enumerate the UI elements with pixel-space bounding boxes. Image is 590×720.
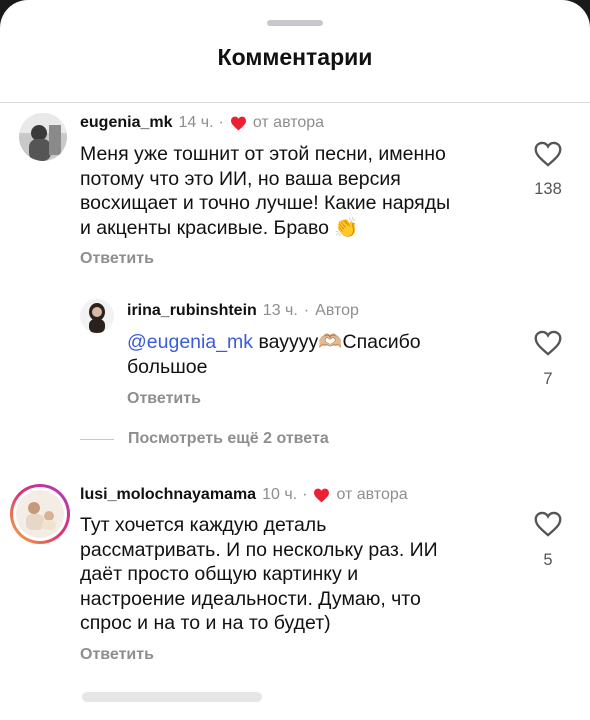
like-heart-icon[interactable] (534, 330, 562, 356)
separator: · (303, 302, 310, 319)
author-badge: от автора (336, 486, 408, 503)
timestamp: 14 ч. (178, 114, 214, 131)
avatar[interactable] (10, 484, 70, 544)
author-badge: от автора (252, 114, 325, 131)
comment-line: Тут хочется каждую деталь (80, 514, 327, 536)
comment-meta: lusi_molochnayamama 10 ч. · от автора (80, 486, 408, 504)
comment-line: спрос и на то и на то будет) (80, 612, 331, 634)
separator: · (302, 486, 308, 503)
view-more-replies-button[interactable]: Посмотреть ещё 2 ответа (128, 430, 329, 448)
reply-button[interactable]: Ответить (80, 250, 154, 268)
timestamp: 10 ч. (262, 486, 298, 503)
comment-meta: irina_rubinshtein 13 ч. · Автор (127, 302, 359, 320)
comment-line: большое (127, 355, 208, 378)
next-comment-peek (82, 692, 262, 702)
reply-button[interactable]: Ответить (80, 646, 154, 664)
username[interactable]: eugenia_mk (80, 114, 172, 132)
comment-line: даёт просто общую картинку и (80, 563, 359, 585)
sheet-title: Комментарии (217, 44, 373, 70)
comments-sheet: Комментарии eugenia_mk 14 ч. · от автора… (0, 0, 590, 720)
comment-text: Тут хочется каждую деталь рассматривать.… (80, 513, 438, 636)
header-divider (0, 102, 590, 103)
author-badge: Автор (315, 302, 359, 319)
author-liked-heart-icon (230, 116, 246, 130)
avatar[interactable] (80, 299, 114, 333)
comment-line: рассматривать. И по нескольку раз. ИИ (80, 538, 438, 561)
comment-line: настроение идеальности. Думаю, что (80, 587, 421, 610)
reply-button[interactable]: Ответить (127, 390, 201, 408)
comment-line: восхищает и точно лучше! Какие наряды (80, 192, 451, 214)
separator: · (218, 114, 224, 131)
username[interactable]: irina_rubinshtein (127, 302, 257, 320)
like-count: 5 (543, 551, 553, 569)
like-heart-icon[interactable] (534, 141, 562, 167)
like-count: 138 (534, 180, 562, 198)
author-liked-heart-icon (314, 488, 330, 502)
comment-text: Меня уже тошнит от этой песни, именно по… (80, 142, 450, 240)
comment-line: @eugenia_mk вауууу🫶🏼Спасибо (127, 330, 421, 355)
replies-divider (80, 439, 114, 440)
timestamp: 13 ч. (262, 302, 298, 319)
comment-text: @eugenia_mk вауууу🫶🏼Спасибо большое (127, 330, 421, 379)
comment-meta: eugenia_mk 14 ч. · от автора (80, 114, 324, 132)
comment-line: Меня уже тошнит от этой песни, именно (80, 143, 446, 165)
username[interactable]: lusi_molochnayamama (80, 486, 256, 504)
comment-line-rest: вауууу🫶🏼Спасибо (253, 331, 421, 353)
mention-link[interactable]: @eugenia_mk (127, 331, 253, 353)
like-heart-icon[interactable] (534, 511, 562, 537)
comment-line: и акценты красивые. Браво 👏 (80, 216, 359, 239)
comment-line: потому что это ИИ, но ваша версия (80, 167, 401, 190)
avatar[interactable] (19, 113, 67, 161)
like-count: 7 (543, 370, 553, 388)
drag-handle[interactable] (267, 20, 323, 26)
